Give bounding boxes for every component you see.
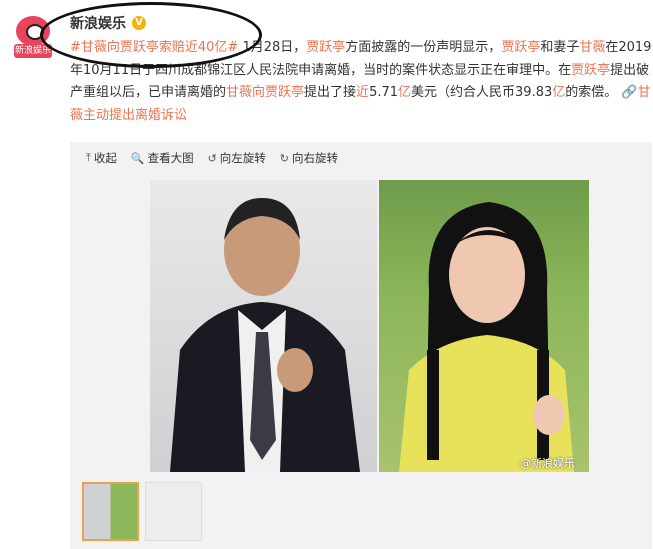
watermark: @新浪娱乐	[520, 457, 575, 470]
rotate-right-icon: ↻	[279, 151, 290, 165]
view-large-button[interactable]: 🔍 查看大图	[131, 150, 194, 166]
photo-man	[150, 180, 377, 472]
thumbnail-1[interactable]	[82, 482, 139, 541]
thumbnail-2[interactable]	[145, 482, 202, 541]
avatar-badge: 新浪娱乐	[14, 44, 52, 58]
verified-badge-icon: V	[132, 16, 146, 30]
search-icon: 🔍	[130, 151, 145, 165]
rotate-right-button[interactable]: ↻ 向右旋转	[280, 150, 338, 166]
avatar-eye-icon	[26, 24, 44, 40]
media-toolbar: ⤒ 收起 🔍 查看大图 ↺ 向左旋转 ↻ 向右旋转	[86, 150, 338, 166]
highlight-text[interactable]: 贾跃亭	[306, 40, 345, 55]
highlight-text[interactable]: 亿	[398, 85, 411, 100]
highlight-text[interactable]: 贾跃亭	[501, 40, 540, 55]
post-text-segment: 美元（约合人民币39.83	[411, 85, 553, 100]
collapse-button[interactable]: ⤒ 收起	[86, 150, 117, 166]
highlight-text[interactable]: 甘薇	[579, 40, 605, 55]
media-panel: ⤒ 收起 🔍 查看大图 ↺ 向左旋转 ↻ 向右旋转 @新浪娱乐	[70, 142, 652, 549]
collapse-icon: ⤒	[86, 151, 91, 164]
topic-link-icon[interactable]: 🔗	[621, 85, 637, 100]
rotate-left-button[interactable]: ↺ 向左旋转	[208, 150, 266, 166]
highlight-text[interactable]: 亿	[552, 85, 565, 100]
highlight-text[interactable]: 甘薇向贾跃亭	[226, 85, 304, 100]
username[interactable]: 新浪娱乐	[70, 13, 126, 33]
thumbnail-strip	[82, 482, 202, 541]
hashtag-link[interactable]: #甘薇向贾跃亭索赔近40亿#	[70, 40, 238, 55]
post-text-segment: 1月28日，	[238, 40, 307, 55]
main-image[interactable]: @新浪娱乐	[150, 180, 589, 472]
post-text-segment: 5.71	[369, 85, 399, 100]
post-text-segment: 的索偿。	[565, 85, 618, 100]
avatar[interactable]: 新浪娱乐	[10, 12, 56, 58]
photo-woman	[379, 180, 589, 472]
post-text-segment: 方面披露的一份声明显示，	[345, 40, 502, 55]
post-text-segment: 和妻子	[540, 40, 580, 55]
post-header: 新浪娱乐 V	[70, 12, 146, 34]
post-text-segment: 提出了接	[304, 85, 357, 100]
rotate-left-icon: ↺	[207, 151, 217, 165]
post-text: #甘薇向贾跃亭索赔近40亿# 1月28日，贾跃亭方面披露的一份声明显示，贾跃亭和…	[70, 37, 652, 127]
highlight-text[interactable]: 近	[356, 85, 369, 100]
highlight-text[interactable]: 贾跃亭	[571, 63, 610, 78]
